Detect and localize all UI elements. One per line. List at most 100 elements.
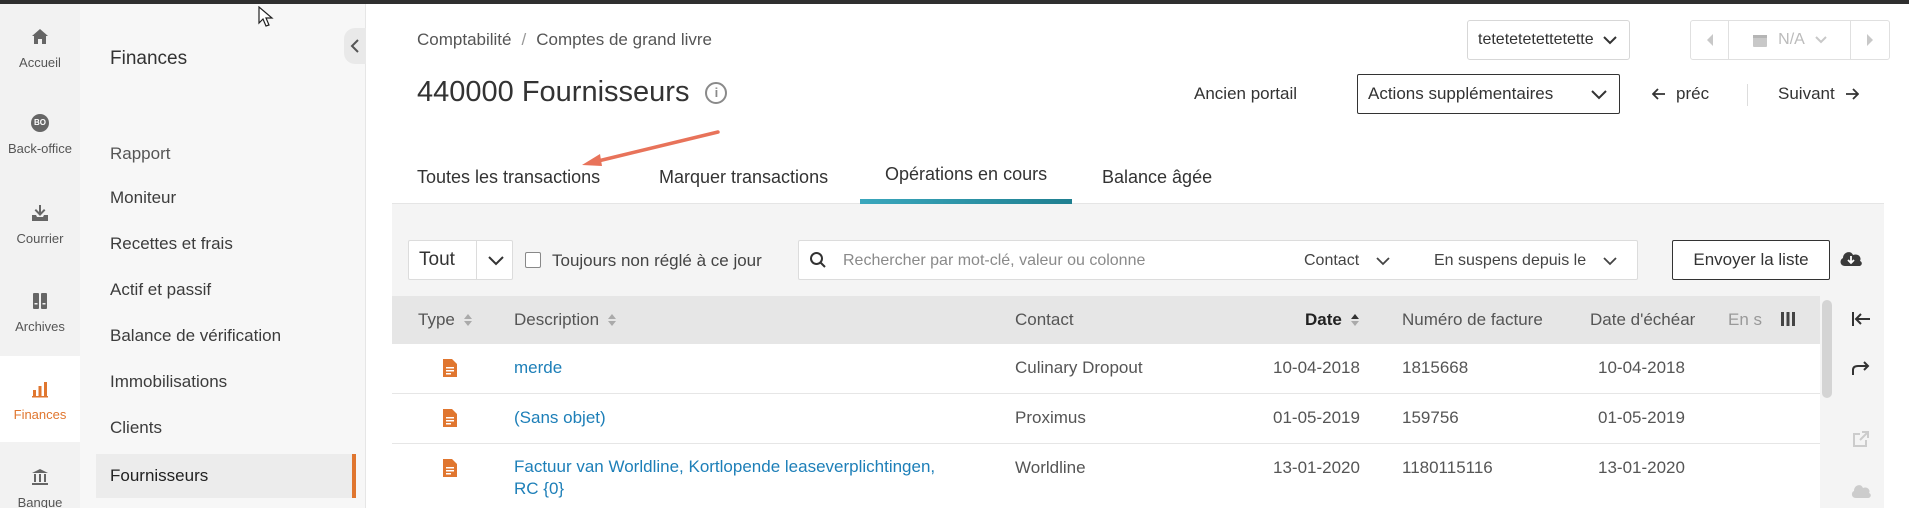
- chevron-down-icon: [1603, 36, 1617, 45]
- chevron-down-icon: [488, 256, 504, 266]
- next-button[interactable]: Suivant: [1778, 84, 1859, 104]
- previous-label: préc: [1676, 84, 1710, 103]
- column-header-type[interactable]: Type: [418, 296, 473, 344]
- row-contact: Proximus: [1015, 408, 1086, 427]
- column-header-contact[interactable]: Contact: [1015, 296, 1074, 344]
- column-header-invoice-number[interactable]: Numéro de facture: [1402, 296, 1543, 344]
- rail-item-courrier[interactable]: Courrier: [0, 180, 80, 266]
- table-row[interactable]: Factuur van Worldline, Kortlopende lease…: [392, 444, 1820, 508]
- row-description-link[interactable]: merde: [514, 358, 562, 378]
- archive-icon: [28, 289, 52, 313]
- table-scrollbar[interactable]: [1822, 300, 1832, 398]
- row-invoice-number: 159756: [1402, 408, 1459, 427]
- chevron-down-icon: [1815, 36, 1827, 44]
- sidebar-title: Finances: [110, 48, 188, 69]
- organization-select[interactable]: tetetetetettetette: [1467, 20, 1630, 60]
- column-header-pending[interactable]: En s: [1728, 296, 1764, 344]
- scope-select[interactable]: Tout: [408, 240, 513, 280]
- row-invoice-number: 1180115116: [1402, 458, 1493, 477]
- row-date: 01-05-2019: [1273, 408, 1360, 427]
- collapse-sidebar-button[interactable]: [344, 28, 366, 64]
- previous-button[interactable]: préc: [1652, 84, 1709, 104]
- column-header-due-date[interactable]: Date d'échéan: [1590, 296, 1695, 344]
- mouse-cursor-icon: [258, 6, 274, 27]
- column-header-description[interactable]: Description: [514, 296, 617, 344]
- table-row[interactable]: merde Culinary Dropout 10-04-2018 181566…: [392, 344, 1820, 394]
- arrow-left-icon: [1652, 88, 1665, 100]
- breadcrumb: Comptabilité / Comptes de grand livre: [417, 30, 712, 50]
- chevron-down-icon: [1591, 90, 1607, 100]
- table-row[interactable]: (Sans objet) Proximus 01-05-2019 159756 …: [392, 394, 1820, 444]
- transactions-table: Type Description Contact Date Numéro de …: [392, 296, 1820, 508]
- collapse-panel-button[interactable]: [1848, 306, 1874, 332]
- rail-label: Courrier: [16, 230, 64, 246]
- sidebar-item-actif-et-passif[interactable]: Actif et passif: [96, 270, 356, 310]
- inbox-download-icon: [28, 201, 52, 225]
- row-date: 13-01-2020: [1273, 458, 1360, 477]
- invoice-document-icon: [443, 409, 457, 427]
- sidebar-item-immobilisations[interactable]: Immobilisations: [96, 362, 356, 402]
- bank-icon: [28, 465, 52, 489]
- rail-item-back-office[interactable]: BO Back-office: [0, 90, 80, 176]
- more-actions-dropdown[interactable]: Actions supplémentaires: [1357, 74, 1620, 114]
- sidebar-item-moniteur[interactable]: Moniteur: [96, 178, 356, 218]
- tab-balance-agee[interactable]: Balance âgée: [1077, 150, 1237, 204]
- row-due-date: 10-04-2018: [1598, 358, 1685, 377]
- row-description-link[interactable]: (Sans objet): [514, 408, 606, 428]
- open-external-button[interactable]: [1848, 426, 1874, 452]
- period-prev-button[interactable]: [1691, 21, 1729, 59]
- chevron-down-icon: [1602, 257, 1617, 266]
- sidebar-item-balance-de-verification[interactable]: Balance de vérification: [96, 316, 356, 356]
- home-icon: [28, 25, 52, 49]
- rail-label: Archives: [15, 318, 65, 334]
- rail-item-archives[interactable]: Archives: [0, 268, 80, 354]
- rail-item-banque[interactable]: Banque: [0, 444, 80, 508]
- contact-filter-dropdown[interactable]: Contact: [1304, 252, 1390, 270]
- pending-since-dropdown[interactable]: En suspens depuis le: [1434, 252, 1617, 270]
- rail-item-finances[interactable]: Finances: [0, 356, 80, 442]
- redo-button[interactable]: [1848, 356, 1874, 382]
- breadcrumb-separator: /: [521, 30, 527, 49]
- info-icon[interactable]: i: [705, 81, 728, 104]
- columns-icon[interactable]: [1780, 310, 1796, 328]
- search-icon: [810, 252, 826, 268]
- sidebar-item-clients[interactable]: Clients: [96, 408, 356, 448]
- table-header: Type Description Contact Date Numéro de …: [392, 296, 1820, 344]
- row-contact: Worldline: [1015, 458, 1086, 477]
- tab-operations-en-cours[interactable]: Opérations en cours: [860, 150, 1073, 204]
- row-contact: Culinary Dropout: [1015, 358, 1143, 377]
- invoice-document-icon: [443, 359, 457, 377]
- caret-right-icon: [1867, 34, 1873, 46]
- unpaid-checkbox[interactable]: [525, 252, 541, 268]
- row-description-link[interactable]: Factuur van Worldline, Kortlopende lease…: [514, 456, 935, 500]
- cloud-download-icon[interactable]: [1838, 248, 1864, 270]
- external-link-icon: [1853, 431, 1869, 447]
- page-title: 440000 Fournisseurs i: [417, 76, 728, 109]
- search-box: Rechercher par mot-clé, valeur ou colonn…: [798, 240, 1638, 280]
- row-invoice-number: 1815668: [1402, 358, 1469, 377]
- app-rail: Accueil BO Back-office Courrier Archives…: [0, 4, 80, 508]
- bo-badge-icon: BO: [28, 111, 52, 135]
- cloud-upload-button[interactable]: [1848, 478, 1874, 504]
- breadcrumb-comptabilite[interactable]: Comptabilité: [417, 30, 512, 50]
- finances-sidebar: Finances Rapport Moniteur Recettes et fr…: [80, 4, 366, 508]
- rail-label: Back-office: [7, 140, 73, 156]
- old-portal-link[interactable]: Ancien portail: [1194, 84, 1297, 104]
- sidebar-item-fournisseurs[interactable]: Fournisseurs: [96, 454, 356, 498]
- period-next-button[interactable]: [1851, 21, 1889, 59]
- breadcrumb-comptes[interactable]: Comptes de grand livre: [536, 30, 712, 50]
- sort-icon: [608, 314, 617, 326]
- page-title-text: 440000 Fournisseurs: [417, 76, 690, 108]
- rail-label: Banque: [17, 494, 63, 508]
- chevron-left-icon: [350, 39, 359, 53]
- next-label: Suivant: [1778, 84, 1835, 103]
- send-list-button[interactable]: Envoyer la liste: [1672, 240, 1830, 280]
- period-select[interactable]: N/A: [1729, 21, 1851, 59]
- rail-item-home[interactable]: Accueil: [0, 4, 80, 90]
- chevron-down-icon: [1375, 257, 1390, 266]
- column-header-date[interactable]: Date: [1305, 296, 1360, 344]
- sidebar-section-heading: Rapport: [110, 144, 171, 163]
- sidebar-item-recettes-et-frais[interactable]: Recettes et frais: [96, 224, 356, 264]
- search-input[interactable]: Rechercher par mot-clé, valeur ou colonn…: [843, 252, 1145, 270]
- rail-label: Finances: [13, 406, 67, 422]
